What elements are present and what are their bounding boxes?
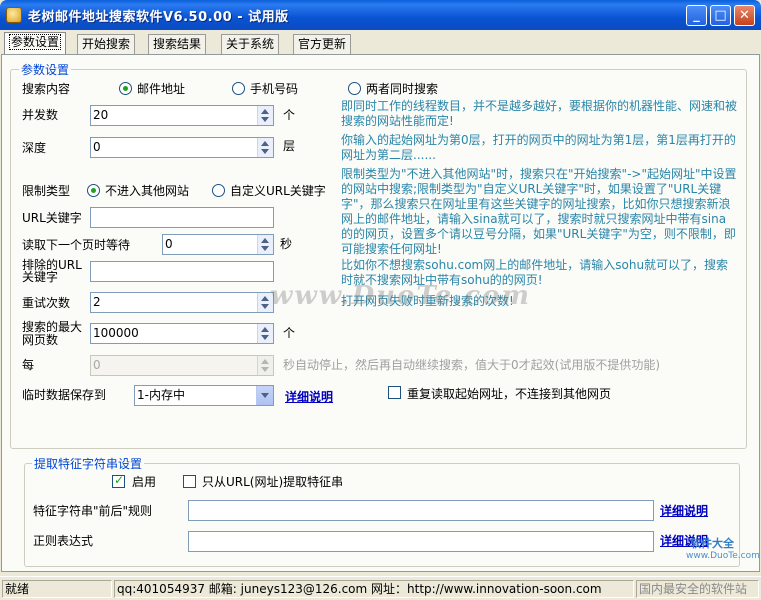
every-seconds-spinner[interactable] [257, 356, 273, 375]
feature-rule-field[interactable] [188, 500, 654, 521]
spin-down-icon[interactable] [261, 246, 269, 251]
radio-phone[interactable] [232, 82, 245, 95]
enable-label[interactable]: 启用 [132, 475, 156, 490]
reread-start-url-checkbox[interactable] [388, 386, 401, 399]
window-title: 老树邮件地址搜索软件V6.50.00 - 试用版 [28, 10, 289, 25]
close-icon: ✕ [739, 8, 750, 23]
title-bar[interactable]: 老树邮件地址搜索软件V6.50.00 - 试用版 _ □ ✕ [0, 0, 761, 30]
depth-help: 你输入的起始网址为第0层，打开的网页中的网址为第1层，第1层再打开的网址为第二层… [341, 133, 736, 162]
status-state: 就绪 [2, 580, 112, 598]
exclude-url-label-2: 关键字 [22, 270, 59, 284]
only-url-label[interactable]: 只从URL(网址)提取特征串 [202, 475, 343, 490]
regex-field[interactable] [188, 531, 654, 552]
status-bar: 就绪 qq:401054937 邮箱: juneys123@126.com 网址… [0, 576, 761, 600]
page-wait-unit: 秒 [280, 237, 293, 251]
spin-up-icon[interactable] [261, 327, 269, 332]
spin-up-icon[interactable] [261, 141, 269, 146]
radio-email-label[interactable]: 邮件地址 [137, 82, 185, 97]
spin-up-icon[interactable] [261, 238, 269, 243]
limit-type-help: 限制类型为"不进入其他网站"时，搜索只在"开始搜索"->"起始网址"中设置的网站… [341, 167, 737, 256]
maximize-icon: □ [714, 8, 727, 23]
regex-label: 正则表达式 [33, 534, 94, 548]
radio-both[interactable] [348, 82, 361, 95]
radio-no-other-site[interactable] [87, 184, 100, 197]
page-wait-spinner[interactable] [257, 235, 273, 254]
minimize-icon: _ [693, 8, 700, 23]
limit-type-label: 限制类型 [22, 184, 71, 198]
every-seconds-field[interactable]: 0 [90, 355, 274, 376]
spin-down-icon[interactable] [261, 335, 269, 340]
max-pages-label-2: 网页数 [22, 333, 59, 347]
spin-up-icon[interactable] [261, 296, 269, 301]
feature-rule-detail-link[interactable]: 详细说明 [660, 502, 708, 519]
spin-up-icon[interactable] [261, 359, 269, 364]
search-content-label: 搜索内容 [22, 82, 71, 96]
watermark: www.DuoTe.com [270, 281, 532, 311]
tab-about[interactable]: 关于系统 [221, 34, 280, 54]
concurrency-label: 并发数 [22, 108, 59, 122]
radio-no-other-site-label[interactable]: 不进入其他网站 [105, 184, 189, 199]
url-keyword-label: URL关键字 [22, 211, 82, 225]
depth-label: 深度 [22, 141, 47, 155]
exclude-url-keyword-field[interactable] [90, 261, 274, 282]
temp-data-label: 临时数据保存到 [22, 388, 107, 402]
url-keyword-field[interactable] [90, 207, 274, 228]
radio-phone-label[interactable]: 手机号码 [250, 82, 298, 97]
spin-up-icon[interactable] [261, 109, 269, 114]
reread-start-url-label[interactable]: 重复读取起始网址，不连接到其他网页 [407, 387, 611, 402]
radio-email[interactable] [119, 82, 132, 95]
max-pages-field[interactable]: 100000 [90, 323, 274, 344]
depth-unit: 层 [283, 139, 296, 153]
watermark-logo-2: www.DuoTe.com [686, 551, 760, 561]
settings-panel: 参数设置 搜索内容 邮件地址 手机号码 两者同时搜索 并发数 20 个 即同时工… [1, 54, 760, 572]
tab-official-update[interactable]: 官方更新 [293, 34, 352, 54]
temp-data-detail-link[interactable]: 详细说明 [285, 388, 333, 405]
page-wait-label: 读取下一个页时等待 [22, 238, 131, 252]
status-contact: qq:401054937 邮箱: juneys123@126.com 网址：ht… [114, 580, 634, 598]
close-button[interactable]: ✕ [734, 5, 755, 26]
watermark-logo-1: 软件大全 [690, 537, 734, 550]
params-legend: 参数设置 [19, 61, 72, 78]
concurrency-unit: 个 [283, 108, 296, 122]
enable-checkbox[interactable] [112, 473, 125, 488]
only-url-checkbox[interactable] [183, 475, 196, 488]
chevron-down-icon[interactable] [256, 386, 273, 405]
concurrency-help: 即同时工作的线程数目，并不是越多越好，要根据你的机器性能、网速和被搜索的网站性能… [341, 99, 738, 128]
tab-bar: 参数设置 开始搜索 搜索结果 关于系统 官方更新 [0, 31, 761, 55]
concurrency-spinner[interactable] [257, 106, 273, 125]
depth-spinner[interactable] [257, 138, 273, 157]
status-watermark: 国内最安全的软件站 [636, 580, 759, 598]
depth-field[interactable]: 0 [90, 137, 274, 158]
tab-search-results[interactable]: 搜索结果 [148, 34, 207, 54]
every-help: 秒自动停止，然后再自动继续搜索，值大于0才起效(试用版不提供功能) [283, 358, 661, 372]
feature-legend: 提取特征字符串设置 [32, 455, 145, 472]
minimize-button[interactable]: _ [686, 5, 707, 26]
tab-params[interactable]: 参数设置 [4, 32, 67, 55]
every-label: 每 [22, 358, 35, 372]
app-icon [6, 7, 22, 23]
spin-down-icon[interactable] [261, 367, 269, 372]
spin-down-icon[interactable] [261, 149, 269, 154]
spin-down-icon[interactable] [261, 117, 269, 122]
feature-rule-label: 特征字符串"前后"规则 [33, 504, 153, 518]
max-pages-spinner[interactable] [257, 324, 273, 343]
page-wait-field[interactable]: 0 [162, 234, 274, 255]
maximize-button[interactable]: □ [710, 5, 731, 26]
retry-field[interactable]: 2 [90, 292, 274, 313]
spin-down-icon[interactable] [261, 304, 269, 309]
concurrency-field[interactable]: 20 [90, 105, 274, 126]
retry-label: 重试次数 [22, 296, 71, 310]
max-pages-unit: 个 [283, 326, 296, 340]
radio-both-label[interactable]: 两者同时搜索 [366, 82, 438, 97]
radio-custom-url-keyword-label[interactable]: 自定义URL关键字 [230, 184, 326, 199]
temp-data-select[interactable]: 1-内存中 [134, 385, 274, 406]
radio-custom-url-keyword[interactable] [212, 184, 225, 197]
tab-start-search[interactable]: 开始搜索 [77, 34, 136, 54]
